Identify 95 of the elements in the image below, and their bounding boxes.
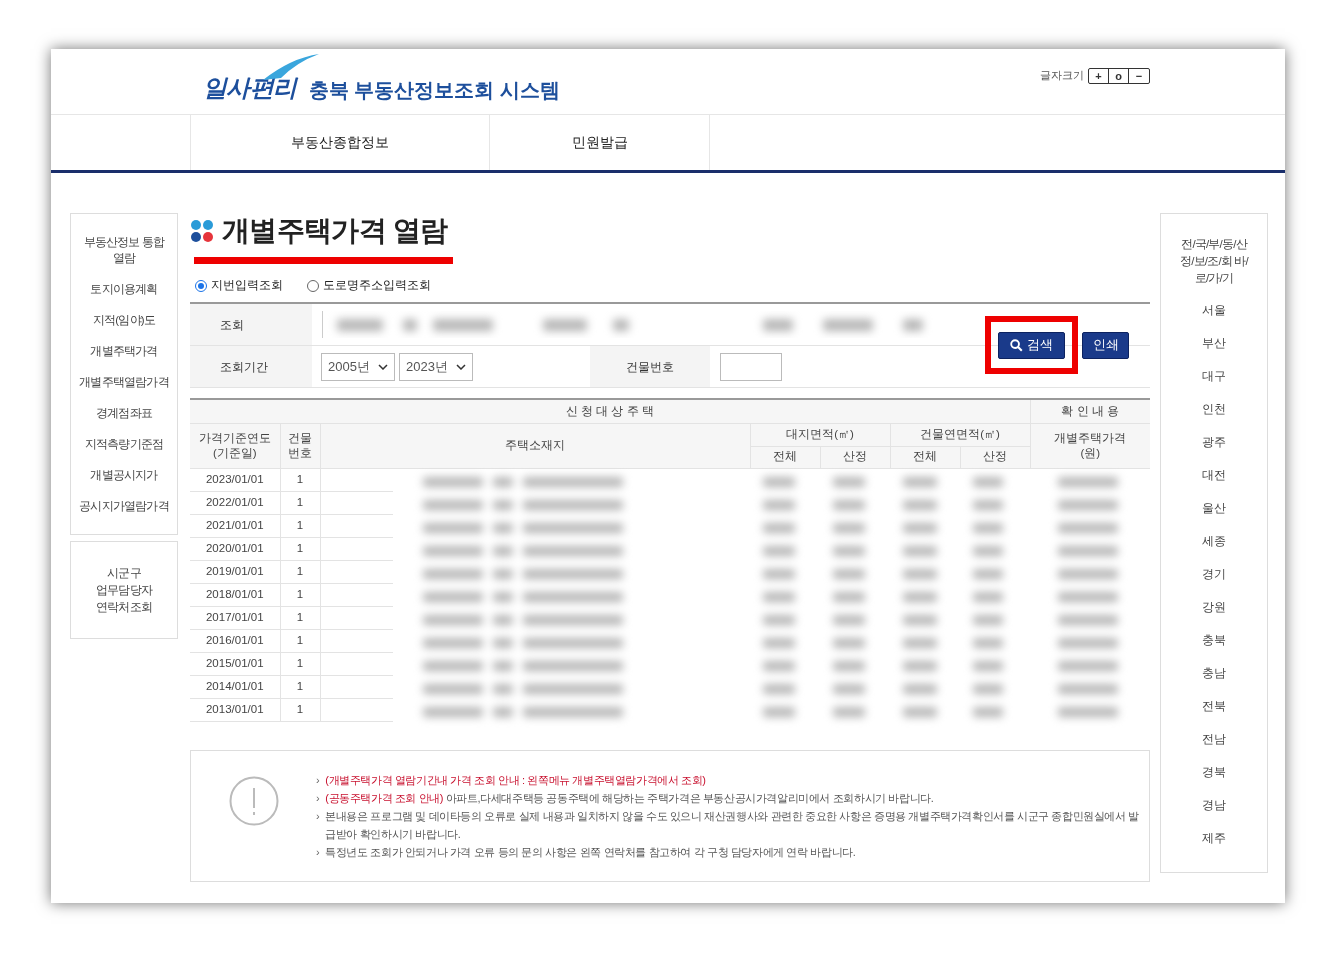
font-size-button[interactable]: o: [1109, 68, 1129, 83]
region-link[interactable]: 광주: [1202, 433, 1226, 452]
table-cell: 2020/01/01: [190, 537, 280, 560]
table-cell: 2013/01/01: [190, 698, 280, 721]
region-link[interactable]: 대구: [1202, 367, 1226, 386]
table-cell: 2023/01/01: [190, 468, 280, 491]
nav-tab[interactable]: 민원발급: [489, 115, 710, 170]
region-link[interactable]: 강원: [1202, 598, 1226, 617]
side-menu-item[interactable]: 부동산정보 통합 열람: [78, 234, 170, 266]
exclamation-icon: [228, 775, 279, 826]
query-label: 조회: [190, 304, 312, 345]
bullet-marker: ›: [316, 772, 320, 788]
column-header: 산정: [820, 446, 890, 468]
building-no-label: 건물번호: [590, 346, 710, 387]
region-link[interactable]: 전남: [1202, 730, 1226, 749]
column-header: 대지면적(㎡): [750, 423, 890, 446]
table-cell: 1: [280, 675, 320, 698]
region-link[interactable]: 부산: [1202, 334, 1226, 353]
table-cell: 1: [280, 560, 320, 583]
side-menu-item[interactable]: 지적측량기준점: [84, 436, 164, 452]
column-header: 전체: [890, 446, 960, 468]
region-link[interactable]: 서울: [1202, 301, 1226, 320]
table-cell: 1: [280, 514, 320, 537]
search-mode-radio[interactable]: 도로명주소입력조회: [307, 277, 431, 295]
table-cell: 2015/01/01: [190, 652, 280, 675]
table-cell: 2016/01/01: [190, 629, 280, 652]
notice-text: 본내용은 프로그램 및 데이타등의 오류로 실제 내용과 일치하지 않을 수도 있으니 재산권행사와 관련한 중요한 사항은 증명용 개별주택가격확인서를 시군구 종합민원실에서 발급받아 확인하시기 바랍니다.: [325, 808, 1140, 842]
year-select[interactable]: 2023년: [399, 352, 473, 381]
bullet-marker: ›: [316, 844, 320, 860]
bullet-marker: ›: [316, 790, 320, 806]
column-group-header: 신 청 대 상 주 택: [190, 400, 1030, 423]
side-menu-item[interactable]: 개별주택열람가격: [79, 374, 169, 390]
page-title: 개별주택가격 열람: [222, 214, 448, 248]
region-link[interactable]: 경북: [1202, 763, 1226, 782]
print-button[interactable]: 인쇄: [1082, 331, 1129, 359]
column-header: 가격기준연도 (기준일): [190, 423, 280, 468]
table-cell: 1: [280, 652, 320, 675]
site-title: 충북 부동산정보조회 시스템: [308, 77, 560, 103]
chevron-down-icon: [378, 363, 388, 370]
search-button[interactable]: 검색: [998, 331, 1065, 359]
side-menu-item[interactable]: 공시지가열람가격: [79, 498, 169, 514]
region-link[interactable]: 울산: [1202, 499, 1226, 518]
period-label: 조회기간: [190, 346, 312, 387]
font-size-button[interactable]: −: [1129, 68, 1149, 83]
search-mode-radio[interactable]: 지번입력조회: [195, 277, 283, 295]
region-link[interactable]: 전북: [1202, 697, 1226, 716]
table-cell: 1: [280, 583, 320, 606]
nav-tab[interactable]: 부동산종합정보: [190, 115, 489, 170]
search-icon: [1010, 338, 1023, 352]
table-cell: 1: [280, 698, 320, 721]
column-header: 개별주택가격 (원): [1030, 423, 1150, 468]
region-link[interactable]: 경남: [1202, 796, 1226, 815]
side-menu-item[interactable]: 지적(임야)도: [92, 312, 156, 328]
table-cell: 2014/01/01: [190, 675, 280, 698]
column-header: 산정: [960, 446, 1030, 468]
notice-text: (공동주택가격 조회 안내) 아파트,다세대주택등 공동주택에 해당하는 주택가격은 부동산공시가격알리미에서 조회하시기 바랍니다.: [325, 790, 934, 806]
side-menu-item[interactable]: 경계점좌표: [96, 405, 152, 421]
building-no-field[interactable]: [720, 352, 782, 381]
region-link[interactable]: 충북: [1202, 631, 1226, 650]
table-cell: 1: [280, 629, 320, 652]
notice-text: (개별주택가격 열람기간내 가격 조회 안내 : 왼쪽메뉴 개별주택열람가격에서 조회): [325, 772, 706, 788]
table-cell: 1: [280, 468, 320, 491]
font-size-button[interactable]: +: [1089, 68, 1109, 83]
column-group-header: 확 인 내 용: [1030, 400, 1150, 423]
column-header: 주택소재지: [320, 423, 750, 468]
table-cell: 2017/01/01: [190, 606, 280, 629]
column-header: 건물연면적(㎡): [890, 423, 1030, 446]
column-header: 전체: [750, 446, 820, 468]
year-select[interactable]: 2005년: [321, 352, 395, 381]
region-link[interactable]: 세종: [1202, 532, 1226, 551]
side-menu-item[interactable]: 개별주택가격: [90, 343, 158, 359]
region-link[interactable]: 경기: [1202, 565, 1226, 584]
contact-card[interactable]: 시군구 업무담당자 연락처조회: [70, 541, 178, 639]
table-cell: 1: [280, 491, 320, 514]
region-link[interactable]: 대전: [1202, 466, 1226, 485]
table-cell: 2018/01/01: [190, 583, 280, 606]
chevron-down-icon: [456, 363, 466, 370]
side-menu-item[interactable]: 토지이용계획: [90, 281, 158, 297]
title-dots-icon: [190, 219, 214, 243]
font-size-label: 글자크기: [1040, 68, 1084, 84]
region-link[interactable]: 충남: [1202, 664, 1226, 683]
region-menu-title: 전/국/부/동/산 정/보/조/회 바/로/가/기: [1179, 237, 1250, 286]
site-logo[interactable]: 일사편리: [203, 73, 297, 101]
table-cell: 1: [280, 537, 320, 560]
table-cell: 2019/01/01: [190, 560, 280, 583]
table-cell: 2021/01/01: [190, 514, 280, 537]
region-link[interactable]: 제주: [1202, 829, 1226, 848]
side-menu-item[interactable]: 개별공시지가: [90, 467, 158, 483]
region-link[interactable]: 인천: [1202, 400, 1226, 419]
column-header: 건물 번호: [280, 423, 320, 468]
table-cell: 2022/01/01: [190, 491, 280, 514]
bullet-marker: ›: [316, 808, 320, 824]
contact-link[interactable]: 시군구 업무담당자 연락처조회: [90, 564, 158, 616]
notice-text: 특정년도 조회가 안되거나 가격 오류 등의 문의 사항은 왼쪽 연락처를 참고하여 각 구청 담당자에게 연락 바랍니다.: [325, 844, 856, 860]
table-cell: 1: [280, 606, 320, 629]
